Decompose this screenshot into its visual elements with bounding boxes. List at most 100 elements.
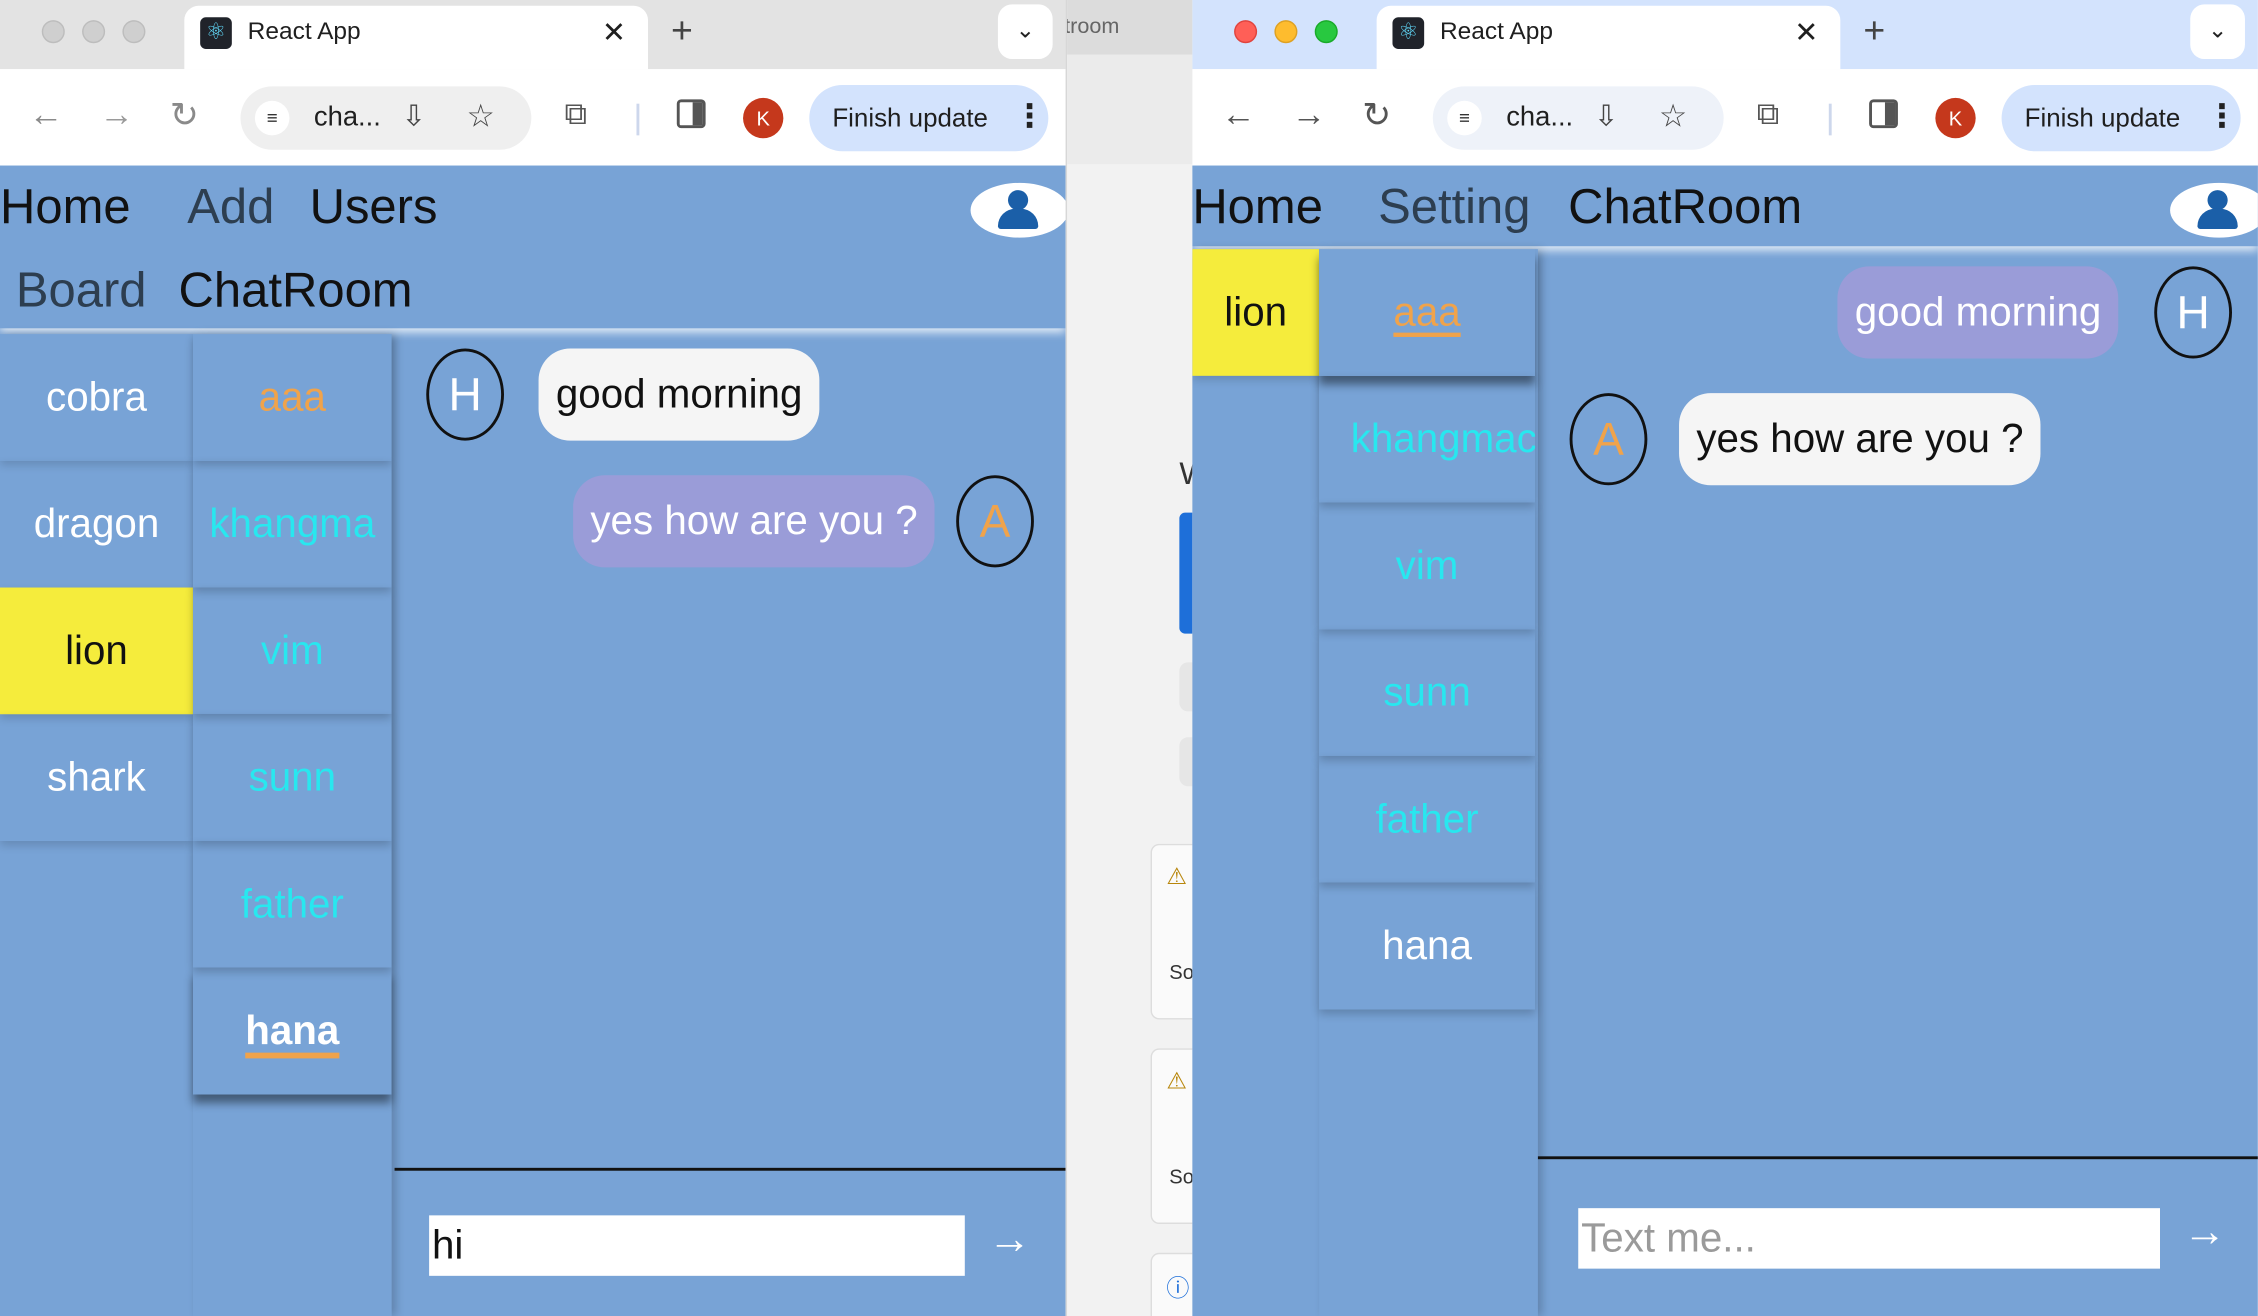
user-item-father[interactable]: father xyxy=(1319,756,1535,883)
extensions-icon[interactable]: ⧉ xyxy=(564,95,587,132)
extensions-icon[interactable]: ⧉ xyxy=(1757,95,1780,132)
install-icon[interactable]: ⇩ xyxy=(1594,98,1618,134)
react-icon: ⚛ xyxy=(1392,17,1425,49)
new-tab-icon[interactable]: + xyxy=(1863,9,1885,54)
nav-add[interactable]: Add xyxy=(187,180,274,236)
finish-update-button[interactable]: Finish update ⋮ xyxy=(2001,84,2241,152)
toolbar-separator xyxy=(636,103,640,136)
chat-app: Home Setting ChatRoom lion aaa khangmac … xyxy=(1192,165,2258,1316)
window-zoom-dot[interactable] xyxy=(122,20,146,44)
message-avatar: H xyxy=(426,348,505,441)
nav-board[interactable]: Board xyxy=(16,264,147,320)
message-bubble: good morning xyxy=(538,348,820,441)
address-text: cha... xyxy=(1506,102,1574,133)
background-field xyxy=(1179,662,1193,712)
profile-avatar[interactable]: K xyxy=(1935,97,1976,139)
install-icon[interactable]: ⇩ xyxy=(402,98,426,134)
tab-strip: ⚛ React App ✕ + ⌄ xyxy=(1192,0,2258,70)
user-item-hana[interactable]: hana xyxy=(1319,883,1535,1010)
window-close-dot[interactable] xyxy=(41,20,65,44)
nav-setting[interactable]: Setting xyxy=(1378,180,1530,236)
send-arrow-icon[interactable]: → xyxy=(988,1215,1031,1264)
reload-icon[interactable]: ↻ xyxy=(170,95,199,137)
room-item-lion[interactable]: lion xyxy=(1192,249,1320,376)
tab-search-icon[interactable]: ⌄ xyxy=(997,4,1053,60)
background-field xyxy=(1179,737,1193,787)
browser-toolbar: ← → ↻ ≡ cha... ⇩ ☆ ⧉ K Finish update ⋮ xyxy=(0,69,1066,166)
message-input[interactable]: hi xyxy=(429,1215,965,1276)
window-minimize-dot[interactable] xyxy=(1274,20,1298,44)
user-item-aaa[interactable]: aaa xyxy=(193,334,392,461)
nav-chatroom[interactable]: ChatRoom xyxy=(1568,180,1802,236)
message-avatar: H xyxy=(2154,266,2232,359)
room-item-lion[interactable]: lion xyxy=(0,587,193,715)
room-item-dragon[interactable]: dragon xyxy=(0,461,193,588)
back-icon[interactable]: ← xyxy=(29,95,64,135)
app-navbar: Home Add Users Board ChatRoom xyxy=(0,165,1066,329)
window-zoom-dot[interactable] xyxy=(1314,20,1338,44)
user-item-khangmac[interactable]: khangmac xyxy=(1319,376,1535,503)
user-item-vim[interactable]: vim xyxy=(1319,503,1535,630)
forward-icon[interactable]: → xyxy=(1292,95,1327,135)
user-item-hana[interactable]: hana xyxy=(193,968,392,1095)
send-arrow-icon[interactable]: → xyxy=(2183,1208,2226,1257)
background-text: W xyxy=(1179,455,1192,492)
user-profile-icon[interactable] xyxy=(2170,182,2258,238)
menu-icon[interactable]: ⋮ xyxy=(2206,98,2238,135)
background-toolbar xyxy=(1067,54,1193,165)
background-card: ⓘ xyxy=(1150,1252,1193,1316)
user-item-sunn[interactable]: sunn xyxy=(193,714,392,841)
message-avatar: A xyxy=(1569,393,1648,486)
message-input[interactable]: Text me... xyxy=(1578,1208,2160,1269)
user-profile-icon[interactable] xyxy=(970,182,1066,238)
browser-tab[interactable]: ⚛ React App ✕ xyxy=(1376,5,1841,70)
bookmark-star-icon[interactable]: ☆ xyxy=(1659,98,1687,135)
nav-home[interactable]: Home xyxy=(0,180,131,236)
browser-toolbar: ← → ↻ ≡ cha... ⇩ ☆ ⧉ K Finish update ⋮ xyxy=(1192,69,2258,166)
browser-tab[interactable]: ⚛ React App ✕ xyxy=(184,5,648,70)
back-icon[interactable]: ← xyxy=(1221,95,1256,135)
user-item-father[interactable]: father xyxy=(193,841,392,968)
tab-search-icon[interactable]: ⌄ xyxy=(2190,4,2245,60)
nav-home[interactable]: Home xyxy=(1192,180,1323,236)
nav-chatroom[interactable]: ChatRoom xyxy=(179,264,413,320)
user-list: aaa khangma vim sunn father hana xyxy=(192,334,392,1316)
user-item-vim[interactable]: vim xyxy=(193,588,392,715)
warning-icon: ⚠ xyxy=(1166,865,1188,890)
tab-strip: ⚛ React App ✕ + ⌄ xyxy=(0,0,1066,70)
user-item-aaa-label: aaa xyxy=(1393,289,1461,335)
tab-title: React App xyxy=(247,17,361,45)
user-item-aaa[interactable]: aaa xyxy=(1319,249,1535,376)
left-browser-window: ⚛ React App ✕ + ⌄ ← → ↻ ≡ cha... ⇩ ☆ ⧉ K… xyxy=(0,0,1066,1316)
profile-avatar[interactable]: K xyxy=(743,97,784,139)
user-item-sunn[interactable]: sunn xyxy=(1319,629,1535,756)
warning-icon: ⚠ xyxy=(1166,1069,1188,1095)
close-icon[interactable]: ✕ xyxy=(602,14,626,50)
background-card-text: So xyxy=(1169,960,1193,984)
address-bar[interactable]: ≡ cha... ⇩ ☆ xyxy=(1432,86,1724,150)
background-card-text: So xyxy=(1169,1164,1193,1188)
finish-update-button[interactable]: Finish update ⋮ xyxy=(809,84,1049,152)
close-icon[interactable]: ✕ xyxy=(1794,14,1818,50)
window-close-dot[interactable] xyxy=(1234,20,1258,44)
side-panel-icon[interactable] xyxy=(676,99,706,129)
site-settings-icon[interactable]: ≡ xyxy=(1447,100,1482,136)
chat-app: Home Add Users Board ChatRoom cobra drag… xyxy=(0,165,1066,1316)
background-card: ⚠ So xyxy=(1150,1048,1193,1224)
address-bar[interactable]: ≡ cha... ⇩ ☆ xyxy=(240,86,532,150)
nav-users[interactable]: Users xyxy=(310,180,438,236)
bookmark-star-icon[interactable]: ☆ xyxy=(467,98,495,135)
site-settings-icon[interactable]: ≡ xyxy=(254,100,290,136)
room-item-cobra[interactable]: cobra xyxy=(0,334,193,461)
user-item-khangma[interactable]: khangma xyxy=(193,461,392,588)
side-panel-icon[interactable] xyxy=(1869,99,1898,129)
tab-title: React App xyxy=(1440,17,1553,45)
menu-icon[interactable]: ⋮ xyxy=(1014,98,1046,135)
room-item-shark[interactable]: shark xyxy=(0,714,193,841)
room-list: lion xyxy=(1192,249,1320,1316)
forward-icon[interactable]: → xyxy=(99,95,134,135)
window-minimize-dot[interactable] xyxy=(82,20,106,44)
new-tab-icon[interactable]: + xyxy=(671,9,693,54)
toolbar-separator xyxy=(1828,103,1832,136)
reload-icon[interactable]: ↻ xyxy=(1362,95,1391,137)
